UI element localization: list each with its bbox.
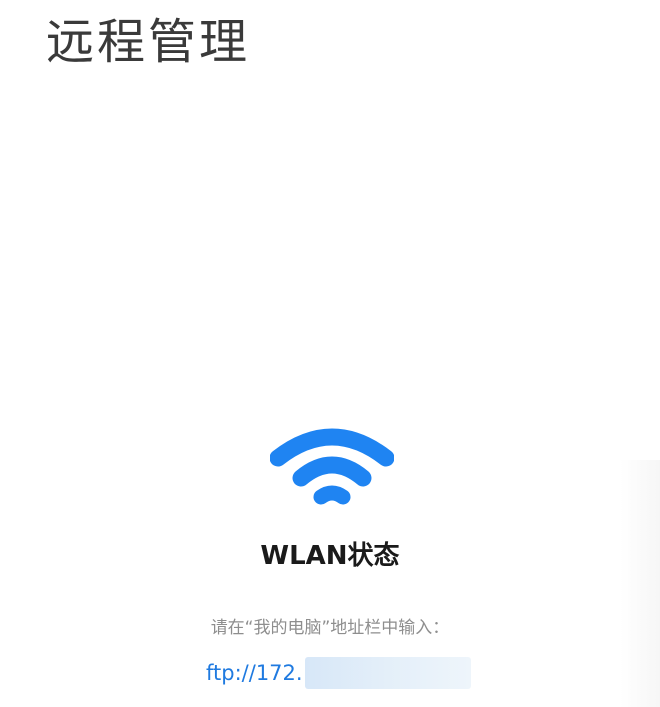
ftp-address[interactable]: ftp://172. bbox=[206, 656, 471, 690]
instruction-text: 请在“我的电脑”地址栏中输入： bbox=[210, 618, 450, 638]
redacted-address-block bbox=[304, 657, 471, 689]
wifi-arc-inner bbox=[313, 485, 351, 505]
page-title: 远程管理 bbox=[46, 14, 251, 70]
wifi-icon bbox=[270, 428, 394, 505]
wlan-status-title: WLAN状态 bbox=[260, 541, 400, 571]
wifi-arc-middle bbox=[292, 456, 372, 487]
wifi-arc-outer bbox=[270, 428, 394, 467]
ftp-address-text: ftp://172. bbox=[206, 661, 303, 685]
edge-shadow bbox=[620, 460, 660, 707]
